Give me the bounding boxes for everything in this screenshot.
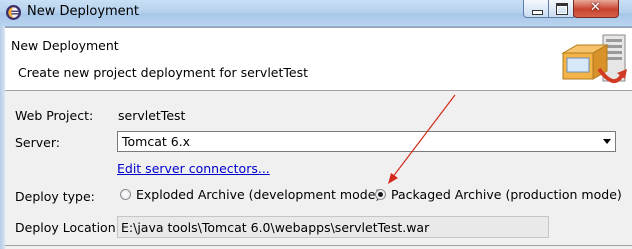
- deployment-wizard-icon: [561, 34, 627, 83]
- chevron-down-icon: [603, 139, 611, 144]
- exploded-archive-label: Exploded Archive (development mode): [136, 187, 381, 202]
- edit-server-connectors-link[interactable]: Edit server connectors...: [117, 161, 270, 176]
- server-selected-value: Tomcat 6.x: [122, 134, 191, 149]
- radio-checked-icon: [375, 189, 386, 200]
- exploded-archive-radio[interactable]: Exploded Archive (development mode): [120, 187, 380, 202]
- close-button[interactable]: [573, 0, 619, 18]
- banner-title: New Deployment: [11, 38, 119, 53]
- radio-unchecked-icon: [120, 189, 131, 200]
- deployment-form: Web Project: servletTest Server: Tomcat …: [5, 92, 632, 249]
- maximize-button[interactable]: [548, 0, 574, 18]
- web-project-label: Web Project:: [15, 108, 94, 123]
- banner-description: Create new project deployment for servle…: [18, 65, 308, 80]
- web-project-value: servletTest: [118, 108, 186, 123]
- deploy-location-value: E:\java tools\Tomcat 6.0\webapps\servlet…: [121, 220, 430, 235]
- packaged-archive-label: Packaged Archive (production mode): [391, 187, 622, 202]
- server-select[interactable]: Tomcat 6.x: [117, 131, 616, 152]
- separator: [5, 245, 632, 246]
- deploy-location-field[interactable]: E:\java tools\Tomcat 6.0\webapps\servlet…: [117, 216, 549, 238]
- deploy-location-label: Deploy Location:: [15, 220, 120, 235]
- window-title: New Deployment: [27, 4, 140, 19]
- wizard-banner: New Deployment Create new project deploy…: [5, 27, 632, 91]
- packaged-archive-radio[interactable]: Packaged Archive (production mode): [375, 187, 622, 202]
- title-bar: New Deployment: [0, 0, 632, 27]
- deploy-type-label: Deploy type:: [15, 189, 95, 204]
- eclipse-icon: [6, 5, 21, 20]
- minimize-button[interactable]: [523, 0, 549, 18]
- server-label: Server:: [15, 135, 60, 150]
